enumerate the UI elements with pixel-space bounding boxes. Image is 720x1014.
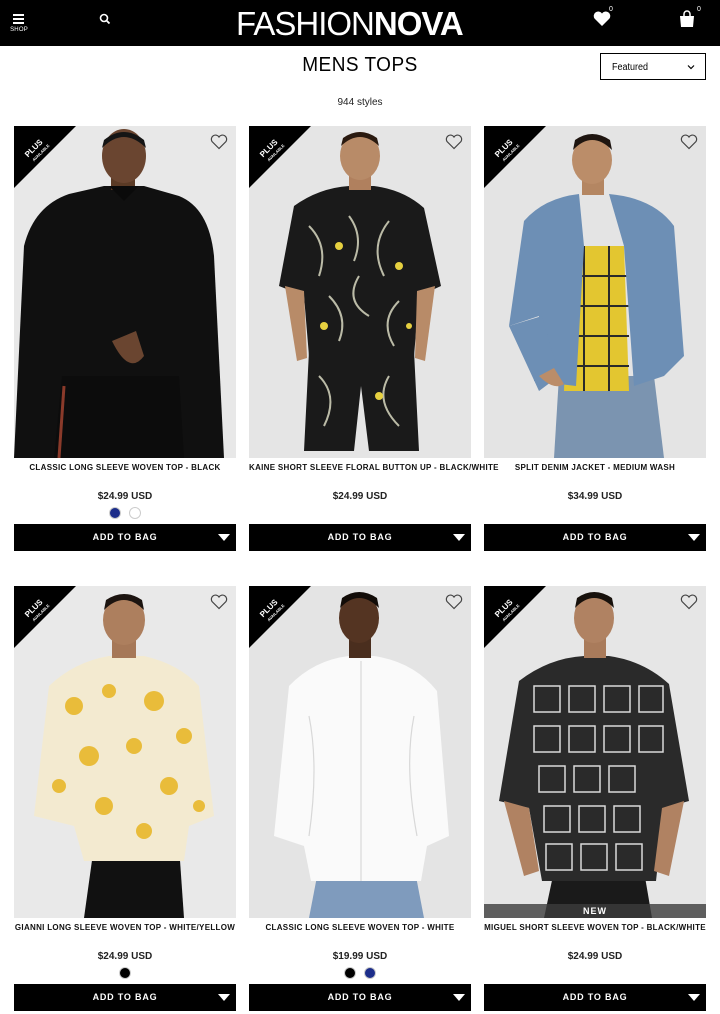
plus-available-badge: PLUS AVAILABLE: [484, 126, 546, 188]
chevron-down-icon: [687, 65, 695, 70]
search-icon[interactable]: [98, 12, 112, 26]
wishlist-heart-icon[interactable]: [210, 134, 228, 150]
color-swatch[interactable]: [344, 967, 356, 979]
add-to-bag-button[interactable]: ADD TO BAG: [484, 524, 706, 551]
add-to-bag-button[interactable]: ADD TO BAG: [14, 524, 236, 551]
size-dropdown-arrow-icon[interactable]: [218, 994, 230, 1001]
product-name[interactable]: KAINE SHORT SLEEVE FLORAL BUTTON UP - BL…: [249, 463, 499, 472]
wishlist-button[interactable]: 0: [592, 6, 616, 30]
size-dropdown-arrow-icon[interactable]: [453, 994, 465, 1001]
new-label: NEW: [484, 904, 706, 918]
color-swatch[interactable]: [119, 967, 131, 979]
product-image[interactable]: PLUS AVAILABLE: [249, 126, 471, 458]
wishlist-heart-icon[interactable]: [445, 594, 463, 610]
add-to-bag-button[interactable]: ADD TO BAG: [249, 984, 471, 1011]
shop-menu-label: SHOP: [10, 27, 28, 33]
color-swatches: [249, 967, 471, 981]
add-to-bag-label: ADD TO BAG: [562, 992, 628, 1002]
logo-text-light: FASHION: [236, 5, 375, 42]
size-dropdown-arrow-icon[interactable]: [453, 534, 465, 541]
color-swatches: [14, 507, 236, 521]
logo-text-bold: NOVA: [373, 5, 464, 42]
add-to-bag-label: ADD TO BAG: [327, 532, 393, 542]
style-count: 944 styles: [337, 97, 383, 108]
plus-available-badge: PLUS AVAILABLE: [249, 126, 311, 188]
size-dropdown-arrow-icon[interactable]: [218, 534, 230, 541]
product-image[interactable]: PLUS AVAILABLE: [484, 126, 706, 458]
sort-dropdown-value: Featured: [612, 62, 649, 73]
size-dropdown-arrow-icon[interactable]: [688, 534, 700, 541]
add-to-bag-label: ADD TO BAG: [562, 532, 628, 542]
add-to-bag-button[interactable]: ADD TO BAG: [249, 524, 471, 551]
plus-available-badge: PLUS AVAILABLE: [14, 586, 76, 648]
wishlist-heart-icon[interactable]: [210, 594, 228, 610]
product-price: $19.99 USD: [332, 951, 388, 962]
bag-count: 0: [697, 6, 701, 13]
product-image[interactable]: PLUS AVAILABLE NEW: [484, 586, 706, 918]
product-image[interactable]: PLUS AVAILABLE: [14, 586, 236, 918]
plus-available-badge: PLUS AVAILABLE: [484, 586, 546, 648]
product-name[interactable]: MIGUEL SHORT SLEEVE WOVEN TOP - BLACK/WH…: [484, 923, 706, 932]
add-to-bag-label: ADD TO BAG: [327, 992, 393, 1002]
product-price: $24.99 USD: [97, 951, 153, 962]
bag-icon: [680, 10, 694, 27]
wishlist-heart-icon[interactable]: [445, 134, 463, 150]
size-dropdown-arrow-icon[interactable]: [688, 994, 700, 1001]
product-price: $34.99 USD: [567, 491, 623, 502]
sort-dropdown[interactable]: Featured: [600, 53, 706, 80]
add-to-bag-button[interactable]: ADD TO BAG: [484, 984, 706, 1011]
product-image[interactable]: PLUS AVAILABLE: [14, 126, 236, 458]
plus-available-badge: PLUS AVAILABLE: [249, 586, 311, 648]
hamburger-icon: [13, 14, 24, 26]
plus-available-badge: PLUS AVAILABLE: [14, 126, 76, 188]
wishlist-count: 0: [609, 6, 613, 13]
color-swatch[interactable]: [364, 967, 376, 979]
add-to-bag-label: ADD TO BAG: [92, 992, 158, 1002]
fashion-nova-logo[interactable]: FASHIONNOVA: [236, 5, 464, 42]
product-name[interactable]: SPLIT DENIM JACKET - MEDIUM WASH: [484, 463, 706, 472]
product-image[interactable]: PLUS AVAILABLE: [249, 586, 471, 918]
color-swatch[interactable]: [109, 507, 121, 519]
add-to-bag-label: ADD TO BAG: [92, 532, 158, 542]
color-swatch[interactable]: [129, 507, 141, 519]
color-swatches: [14, 967, 236, 981]
shopping-bag-button[interactable]: 0: [678, 6, 702, 32]
wishlist-heart-icon[interactable]: [680, 594, 698, 610]
add-to-bag-button[interactable]: ADD TO BAG: [14, 984, 236, 1011]
wishlist-heart-icon[interactable]: [680, 134, 698, 150]
product-name[interactable]: CLASSIC LONG SLEEVE WOVEN TOP - BLACK: [14, 463, 236, 472]
product-price: $24.99 USD: [567, 951, 623, 962]
product-name[interactable]: CLASSIC LONG SLEEVE WOVEN TOP - WHITE: [249, 923, 471, 932]
product-name[interactable]: GIANNI LONG SLEEVE WOVEN TOP - WHITE/YEL…: [14, 923, 236, 932]
shop-menu-button[interactable]: SHOP: [8, 10, 30, 38]
product-price: $24.99 USD: [97, 491, 153, 502]
product-price: $24.99 USD: [332, 491, 388, 502]
top-navigation-bar: SHOP FASHIONNOVA 0 0: [0, 0, 720, 46]
